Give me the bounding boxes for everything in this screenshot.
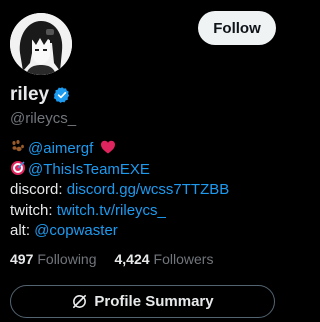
bio-line-3: discord: discord.gg/wcss7TTZBB xyxy=(10,180,229,201)
bio-link-aimergf[interactable]: @aimergf xyxy=(28,140,93,157)
bio-line-5: alt: @copwaster xyxy=(10,221,229,242)
alt-label: alt: xyxy=(10,222,31,239)
bio-line-2: @ThisIsTeamEXE xyxy=(10,160,229,181)
bio-line-4: twitch: twitch.tv/rileycs_ xyxy=(10,201,229,222)
follow-button[interactable]: Follow xyxy=(198,11,276,45)
name-row: riley xyxy=(10,84,71,106)
discord-link[interactable]: discord.gg/wcss7TTZBB xyxy=(67,181,230,198)
discord-label: discord: xyxy=(10,181,63,198)
alt-link[interactable]: @copwaster xyxy=(34,222,118,239)
bio: @aimergf @ThisIsTeamEXE discord: discord… xyxy=(10,139,229,242)
bio-link-teamexe[interactable]: @ThisIsTeamEXE xyxy=(28,161,150,178)
paw-prints-icon xyxy=(12,140,24,152)
twitch-link[interactable]: twitch.tv/rileycs_ xyxy=(57,202,166,219)
following-count: 497 xyxy=(10,251,34,267)
followers-stat[interactable]: 4,424 Followers xyxy=(115,251,214,267)
profile-summary-button[interactable]: Profile Summary xyxy=(10,285,275,318)
target-icon xyxy=(11,160,25,175)
grok-icon xyxy=(73,294,87,309)
handle: @rileycs_ xyxy=(10,110,77,127)
display-name: riley xyxy=(10,84,50,105)
bio-line-1: @aimergf xyxy=(10,139,229,160)
stats-row: 497 Following 4,424 Followers xyxy=(10,251,213,267)
followers-label: Followers xyxy=(153,251,214,267)
profile-summary-label: Profile Summary xyxy=(94,293,214,310)
verified-badge-icon[interactable] xyxy=(53,86,71,104)
following-stat[interactable]: 497 Following xyxy=(10,251,97,267)
followers-count: 4,424 xyxy=(114,251,150,267)
twitch-label: twitch: xyxy=(10,201,53,219)
avatar-image xyxy=(10,13,72,75)
avatar[interactable] xyxy=(10,13,72,75)
following-label: Following xyxy=(37,251,97,267)
red-heart-icon xyxy=(101,140,116,154)
